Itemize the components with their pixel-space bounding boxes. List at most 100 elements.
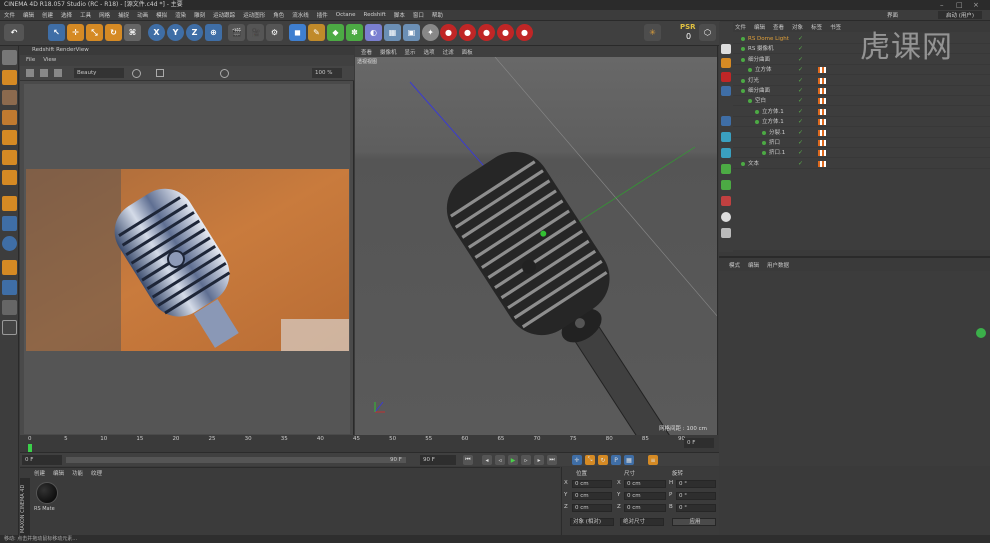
menu-render[interactable]: 渲染 — [175, 11, 186, 19]
sculpt-icon[interactable] — [2, 260, 17, 275]
visibility-check-icon[interactable]: ✓ — [798, 128, 803, 138]
snap-icon[interactable]: ✳ — [644, 24, 661, 41]
mat-tab-texture[interactable]: 纹理 — [91, 469, 102, 477]
object-name[interactable]: 细分曲面 — [748, 86, 770, 96]
tweak-icon[interactable] — [2, 216, 17, 231]
array-icon[interactable]: ✽ — [346, 24, 363, 41]
visibility-check-icon[interactable]: ✓ — [798, 86, 803, 96]
play-icon[interactable]: ▶ — [508, 455, 518, 465]
viewport-menu-display[interactable]: 显示 — [405, 48, 416, 56]
position-field[interactable]: 0 cm — [572, 480, 612, 488]
material-tag-icon[interactable] — [818, 160, 826, 167]
edges-mode-icon[interactable] — [2, 150, 17, 165]
object-row[interactable]: 细分曲面 ✓ — [733, 86, 990, 96]
mat-tab-function[interactable]: 功能 — [72, 469, 83, 477]
om-tab-tags[interactable]: 标签 — [811, 23, 822, 31]
model-mode-icon[interactable] — [2, 70, 17, 85]
go-end-icon[interactable]: ⏭ — [547, 455, 557, 465]
minimize-button[interactable]: – — [940, 0, 944, 10]
tag-icon-2[interactable] — [721, 148, 731, 158]
material-tag-icon[interactable] — [818, 67, 826, 74]
timeline-menu-icon[interactable]: ≡ — [648, 455, 658, 465]
object-name[interactable]: 空白 — [755, 96, 766, 106]
object-row[interactable]: 立方体.1 ✓ — [733, 107, 990, 117]
workplane-mode-icon[interactable] — [2, 110, 17, 125]
visibility-check-icon[interactable]: ✓ — [798, 34, 803, 44]
light-icon[interactable]: ✦ — [422, 24, 439, 41]
object-name[interactable]: 灯光 — [748, 76, 759, 86]
menu-redshift[interactable]: Redshift — [364, 12, 386, 18]
render-icon[interactable] — [26, 69, 34, 77]
current-frame-field[interactable]: 0 F — [684, 438, 714, 448]
deformer-icon[interactable]: ◐ — [365, 24, 382, 41]
takes-icon[interactable] — [721, 72, 731, 82]
object-name[interactable]: RS Dome Light — [748, 34, 789, 44]
structure-icon[interactable] — [721, 116, 731, 126]
attr-tab-user-data[interactable]: 用户数据 — [767, 261, 789, 269]
menu-sculpt[interactable]: 雕刻 — [194, 11, 205, 19]
object-row[interactable]: 立方体.1 ✓ — [733, 117, 990, 128]
record-rotation-icon[interactable]: ↻ — [598, 455, 608, 465]
size-field[interactable]: 0 cm — [624, 504, 666, 512]
material-tag-icon[interactable] — [818, 108, 826, 115]
scale-icon[interactable]: ⤡ — [86, 24, 103, 41]
subdivision-icon[interactable]: ◆ — [327, 24, 344, 41]
workplane-icon[interactable]: ⬡ — [699, 24, 716, 41]
visibility-check-icon[interactable]: ✓ — [798, 159, 803, 169]
renderview-menu-view[interactable]: View — [43, 55, 56, 66]
om-tab-edit[interactable]: 编辑 — [754, 23, 765, 31]
menu-file[interactable]: 文件 — [4, 11, 15, 19]
record-position-icon[interactable]: ✛ — [572, 455, 582, 465]
undo-icon[interactable]: ↶ — [4, 24, 24, 41]
tag-icon-7[interactable] — [721, 228, 731, 238]
visibility-check-icon[interactable]: ✓ — [798, 107, 803, 117]
material-tag-icon[interactable] — [818, 129, 826, 136]
om-tab-view[interactable]: 查看 — [773, 23, 784, 31]
render-settings-icon[interactable]: ⚙ — [266, 24, 283, 41]
rotate-icon[interactable]: ↻ — [105, 24, 122, 41]
position-field[interactable]: 0 cm — [572, 492, 612, 500]
prev-key-icon[interactable]: ◂ — [482, 455, 492, 465]
crop-icon[interactable] — [156, 69, 164, 77]
object-row[interactable]: 灯光 ✓ — [733, 76, 990, 86]
texture-mode-icon[interactable] — [2, 90, 17, 105]
render-picture-icon[interactable]: 🎥 — [247, 24, 264, 41]
attr-tab-edit[interactable]: 编辑 — [748, 261, 759, 269]
go-start-icon[interactable]: ⏮ — [463, 455, 473, 465]
menu-simulate[interactable]: 模拟 — [156, 11, 167, 19]
viewport-menu-panel[interactable]: 面板 — [462, 48, 473, 56]
snap-toggle-icon[interactable] — [2, 236, 17, 251]
polygons-mode-icon[interactable] — [2, 170, 17, 185]
record-scale-icon[interactable]: ⤡ — [585, 455, 595, 465]
color-picker-icon[interactable] — [132, 69, 141, 78]
close-button[interactable]: × — [973, 0, 979, 10]
zoom-field[interactable]: 100 % — [312, 68, 342, 78]
size-field[interactable]: 0 cm — [624, 480, 666, 488]
camera-icon[interactable]: ▣ — [403, 24, 420, 41]
material-swatch[interactable] — [36, 482, 60, 506]
menu-animate[interactable]: 动画 — [137, 11, 148, 19]
mat-tab-edit[interactable]: 编辑 — [53, 469, 64, 477]
object-name[interactable]: 分裂.1 — [769, 128, 785, 138]
object-name[interactable]: 立方体.1 — [762, 107, 784, 117]
grid-icon[interactable] — [2, 300, 17, 315]
visibility-check-icon[interactable]: ✓ — [798, 117, 803, 127]
snapshot-icon[interactable] — [54, 69, 62, 77]
tag-icon-3[interactable] — [721, 164, 731, 174]
prev-frame-icon[interactable]: ◃ — [495, 455, 505, 465]
content-browser-icon[interactable] — [721, 58, 731, 68]
viewport-menu-camera[interactable]: 摄像机 — [380, 48, 397, 56]
timeline[interactable]: 0 5 10 15 20 25 30 35 40 45 50 55 60 65 70 75 80 85 90 0 F — [20, 436, 719, 452]
menu-create[interactable]: 创建 — [42, 11, 53, 19]
material-tag-icon[interactable] — [818, 150, 826, 157]
axis-mode-icon[interactable] — [2, 196, 17, 211]
menu-pipeline[interactable]: 流水线 — [292, 11, 309, 19]
object-name[interactable]: 细分曲面 — [748, 55, 770, 65]
object-row[interactable]: 立方体 ✓ — [733, 65, 990, 76]
maximize-button[interactable]: □ — [956, 0, 963, 10]
menu-edit[interactable]: 编辑 — [23, 11, 34, 19]
record-pla-icon[interactable]: ▦ — [624, 455, 634, 465]
x-axis-button[interactable]: X — [148, 24, 165, 41]
object-name[interactable]: 挤口 — [769, 138, 780, 148]
tag-icon-6[interactable] — [721, 212, 731, 222]
